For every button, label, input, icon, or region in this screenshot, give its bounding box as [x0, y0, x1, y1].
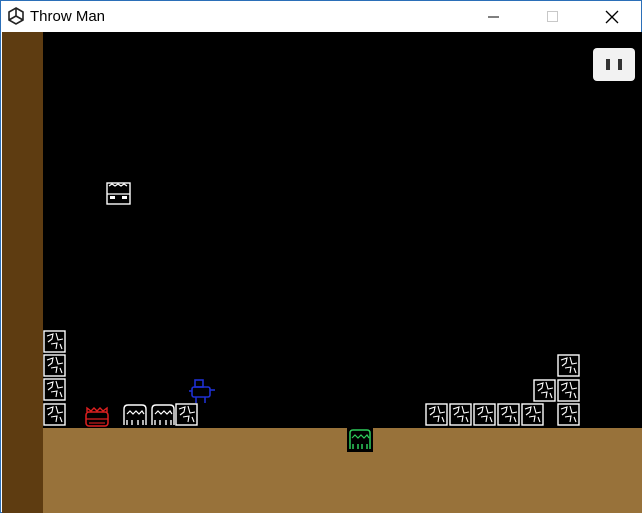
cracked-tile-block [521, 403, 544, 426]
red-enemy [85, 406, 109, 427]
cracked-tile-block [43, 403, 66, 426]
cracked-tile-block [473, 403, 496, 426]
cracked-tile-block [175, 403, 198, 426]
minimize-icon [488, 16, 499, 17]
white-enemy-2 [151, 404, 175, 425]
unity-logo-icon [8, 7, 24, 25]
chest-enemy-floating [106, 182, 131, 205]
cracked-tile-block [557, 379, 580, 402]
ground [43, 428, 642, 513]
cracked-tile-block [497, 403, 520, 426]
cracked-tile-block [43, 354, 66, 377]
cracked-tile-block [43, 378, 66, 401]
pause-icon-bar [618, 59, 622, 70]
close-icon [605, 10, 619, 23]
cracked-tile-block [425, 403, 448, 426]
game-viewport[interactable] [2, 32, 642, 513]
close-button[interactable] [589, 1, 635, 32]
left-wall [2, 32, 43, 513]
window-title: Throw Man [30, 8, 106, 25]
cracked-tile-block [557, 403, 580, 426]
cracked-tile-block [43, 330, 66, 353]
green-enemy [347, 427, 373, 452]
title-bar[interactable]: Throw Man [1, 1, 641, 32]
pause-icon [606, 59, 610, 70]
cracked-tile-block [557, 354, 580, 377]
player-character [189, 379, 215, 403]
minimize-button[interactable] [471, 1, 517, 32]
pause-button[interactable] [593, 48, 635, 81]
game-window: Throw Man [0, 0, 642, 513]
maximize-button[interactable] [530, 1, 576, 32]
maximize-icon [547, 10, 558, 22]
cracked-tile-block [449, 403, 472, 426]
cracked-tile-block [533, 379, 556, 402]
white-enemy-1 [123, 404, 147, 425]
